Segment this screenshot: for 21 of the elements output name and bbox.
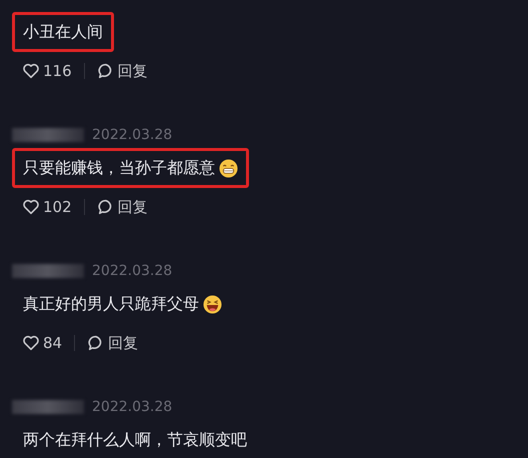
comment-date: 2022.03.28 (92, 399, 172, 415)
comment-text: 两个在拜什么人啊，节哀顺变吧 (23, 429, 247, 451)
like-button[interactable]: 102 (22, 198, 72, 216)
comment-date: 2022.03.28 (92, 127, 172, 143)
heart-icon (22, 62, 40, 80)
reply-button[interactable]: 回复 (87, 334, 138, 352)
heart-icon (22, 334, 40, 352)
reply-button[interactable]: 回复 (96, 198, 148, 216)
comment-text: 小丑在人间 (23, 21, 103, 43)
reply-button[interactable]: 回复 (96, 62, 148, 80)
grinning-emoji-icon (219, 158, 238, 178)
like-button[interactable]: 116 (22, 62, 72, 80)
blurred-username (12, 400, 84, 414)
like-button[interactable]: 84 (22, 334, 62, 352)
blurred-username (12, 128, 84, 142)
blurred-username (12, 264, 84, 278)
comment-date: 2022.03.28 (92, 263, 172, 279)
heart-icon (22, 198, 40, 216)
laughing-emoji-icon (203, 294, 222, 314)
comment-text: 真正好的男人只跪拜父母 (23, 293, 199, 315)
comment-text: 只要能赚钱，当孙子都愿意 (23, 157, 215, 179)
